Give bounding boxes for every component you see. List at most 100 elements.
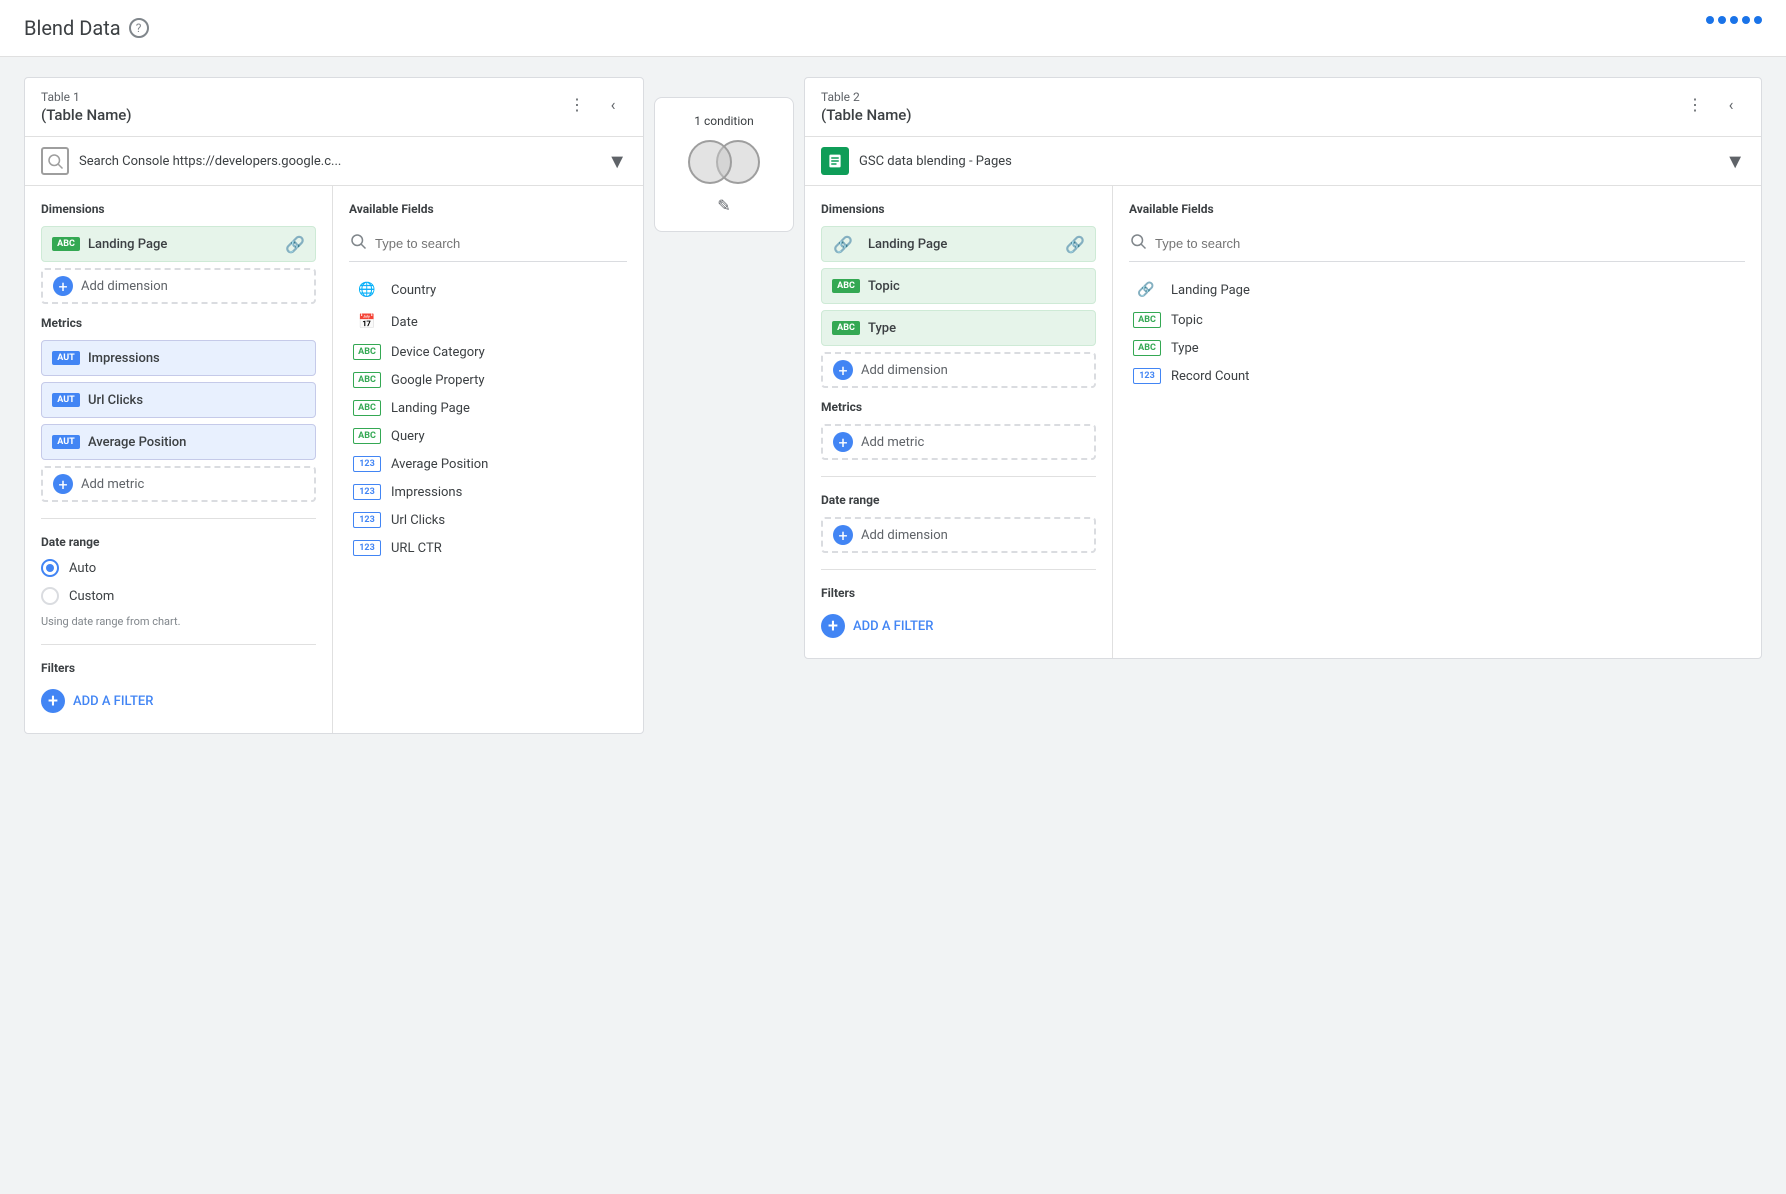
- table1-radio-custom-circle: [41, 587, 59, 605]
- table2-left-col: Dimensions 🔗 Landing Page 🔗 ABC Topic AB…: [805, 186, 1113, 658]
- table2-header: Table 2 (Table Name) ⋮ ‹: [805, 78, 1761, 137]
- venn-left-circle: [688, 140, 732, 184]
- table1-field-url-clicks[interactable]: 123 Url Clicks: [349, 506, 627, 534]
- table2-field-record-count[interactable]: 123 Record Count: [1129, 362, 1745, 390]
- search-console-icon: [41, 147, 69, 175]
- table2-filters: Filters + ADD A FILTER: [821, 569, 1096, 642]
- table2-field-record-count-name: Record Count: [1171, 369, 1249, 384]
- table1-field-avg-pos[interactable]: 123 Average Position: [349, 450, 627, 478]
- table1-field-country-name: Country: [391, 283, 436, 298]
- table1-field-device-cat-type: ABC: [353, 344, 381, 360]
- table2-datasource[interactable]: GSC data blending - Pages ▼: [805, 137, 1761, 186]
- table1-left-col: Dimensions ABC Landing Page 🔗 + Add dime…: [25, 186, 333, 733]
- dot4: [1742, 16, 1750, 24]
- table1-field-url-ctr[interactable]: 123 URL CTR: [349, 534, 627, 562]
- header: Blend Data ?: [0, 0, 1786, 57]
- table2-date-range-title: Date range: [821, 493, 1096, 507]
- table1-radio-auto[interactable]: Auto: [41, 559, 316, 577]
- table1-field-device-cat-name: Device Category: [391, 345, 485, 360]
- table2-add-dim-icon: +: [833, 360, 853, 380]
- table1-field-country[interactable]: 🌐 Country: [349, 274, 627, 306]
- table2-dim-landing-page-type: 🔗: [832, 235, 860, 254]
- table1-metric-impressions-type: AUT: [52, 351, 80, 365]
- join-edit-button[interactable]: ✎: [717, 196, 730, 215]
- table1-field-date[interactable]: 📅 Date: [349, 306, 627, 338]
- table2-search-field: [1129, 226, 1745, 262]
- table1-datasource-dropdown[interactable]: ▼: [607, 149, 627, 174]
- dot5: [1754, 16, 1762, 24]
- table1-metric-avg-pos-name: Average Position: [88, 435, 305, 450]
- table2-add-filter-button[interactable]: + ADD A FILTER: [821, 610, 1096, 642]
- table1-add-filter-label: ADD A FILTER: [73, 694, 153, 709]
- table1-dimension-landing-page[interactable]: ABC Landing Page 🔗: [41, 226, 316, 262]
- table2-add-date-dimension-button[interactable]: + Add dimension: [821, 517, 1096, 553]
- table1-collapse-button[interactable]: ‹: [599, 90, 627, 118]
- table1-radio-custom[interactable]: Custom: [41, 587, 316, 605]
- table2-datasource-dropdown[interactable]: ▼: [1725, 149, 1745, 174]
- table1-field-url-ctr-name: URL CTR: [391, 541, 442, 556]
- table2-search-input[interactable]: [1155, 236, 1745, 251]
- table2-label: Table 2: [821, 90, 912, 104]
- table1-field-avg-pos-name: Average Position: [391, 457, 488, 472]
- table2-add-dimension-button[interactable]: + Add dimension: [821, 352, 1096, 388]
- join-venn-diagram: [688, 140, 760, 184]
- table2-more-button[interactable]: ⋮: [1681, 90, 1709, 118]
- table2-field-type[interactable]: ABC Type: [1129, 334, 1745, 362]
- table1-dim-name-landing-page: Landing Page: [88, 237, 281, 252]
- table1-field-device-cat[interactable]: ABC Device Category: [349, 338, 627, 366]
- table2-subtitle: (Table Name): [821, 106, 912, 124]
- table1-actions: ⋮ ‹: [563, 90, 627, 118]
- table2-filters-title: Filters: [821, 586, 1096, 600]
- table1-date-note: Using date range from chart.: [41, 615, 316, 628]
- table1-panel: Table 1 (Table Name) ⋮ ‹ Search Console …: [24, 77, 644, 734]
- table2-dim-type-name: Type: [868, 321, 1085, 336]
- table2-dimension-landing-page[interactable]: 🔗 Landing Page 🔗: [821, 226, 1096, 262]
- table1-field-google-property[interactable]: ABC Google Property: [349, 366, 627, 394]
- table2-add-metric-button[interactable]: + Add metric: [821, 424, 1096, 460]
- table1-radio-auto-circle: [41, 559, 59, 577]
- table1-subtitle: (Table Name): [41, 106, 132, 124]
- join-section: 1 condition ✎: [644, 77, 804, 252]
- table1-metrics-title: Metrics: [41, 316, 316, 330]
- table1-field-impressions[interactable]: 123 Impressions: [349, 478, 627, 506]
- table1-date-range-title: Date range: [41, 535, 316, 549]
- table1-add-filter-icon: +: [41, 689, 65, 713]
- table1-datasource-name: Search Console https://developers.google…: [79, 154, 599, 169]
- table2-collapse-button[interactable]: ‹: [1717, 90, 1745, 118]
- table2-field-landing-page[interactable]: 🔗 Landing Page: [1129, 274, 1745, 306]
- table2-dimension-topic[interactable]: ABC Topic: [821, 268, 1096, 304]
- table2-dim-type-type: ABC: [832, 321, 860, 335]
- join-condition-label: 1 condition: [694, 114, 753, 128]
- table1-datasource[interactable]: Search Console https://developers.google…: [25, 137, 643, 186]
- table1-field-google-prop-name: Google Property: [391, 373, 484, 388]
- table1-metric-url-clicks[interactable]: AUT Url Clicks: [41, 382, 316, 418]
- table1-avail-fields-title: Available Fields: [349, 202, 627, 216]
- help-icon[interactable]: ?: [129, 18, 149, 38]
- table1-metric-impressions-name: Impressions: [88, 351, 305, 366]
- table1-dim-link-icon: 🔗: [285, 235, 305, 254]
- dot2: [1718, 16, 1726, 24]
- table1-more-button[interactable]: ⋮: [563, 90, 591, 118]
- table1-field-landing-page[interactable]: ABC Landing Page: [349, 394, 627, 422]
- table2-field-type-type: ABC: [1133, 340, 1161, 356]
- table2-field-topic[interactable]: ABC Topic: [1129, 306, 1745, 334]
- join-card: 1 condition ✎: [654, 97, 794, 232]
- table2-field-landing-page-name: Landing Page: [1171, 283, 1250, 298]
- table1-field-impressions-name: Impressions: [391, 485, 462, 500]
- table1-add-metric-button[interactable]: + Add metric: [41, 466, 316, 502]
- table1-metric-avg-position[interactable]: AUT Average Position: [41, 424, 316, 460]
- table1-add-filter-button[interactable]: + ADD A FILTER: [41, 685, 316, 717]
- table2-date-range: Date range + Add dimension: [821, 476, 1096, 553]
- table1-field-query[interactable]: ABC Query: [349, 422, 627, 450]
- table1-available-fields: Available Fields 🌐 Country 📅 Date: [333, 186, 643, 733]
- table1-search-input[interactable]: [375, 236, 627, 251]
- table1-add-dimension-button[interactable]: + Add dimension: [41, 268, 316, 304]
- table1-body: Dimensions ABC Landing Page 🔗 + Add dime…: [25, 186, 643, 733]
- table1-filters: Filters + ADD A FILTER: [41, 644, 316, 717]
- table1-metric-impressions[interactable]: AUT Impressions: [41, 340, 316, 376]
- table2-title-group: Table 2 (Table Name): [821, 90, 912, 124]
- table1-field-query-type: ABC: [353, 428, 381, 444]
- table1-metric-avg-pos-type: AUT: [52, 435, 80, 449]
- table2-dimension-type[interactable]: ABC Type: [821, 310, 1096, 346]
- table2-field-landing-page-type: 🔗: [1133, 280, 1161, 300]
